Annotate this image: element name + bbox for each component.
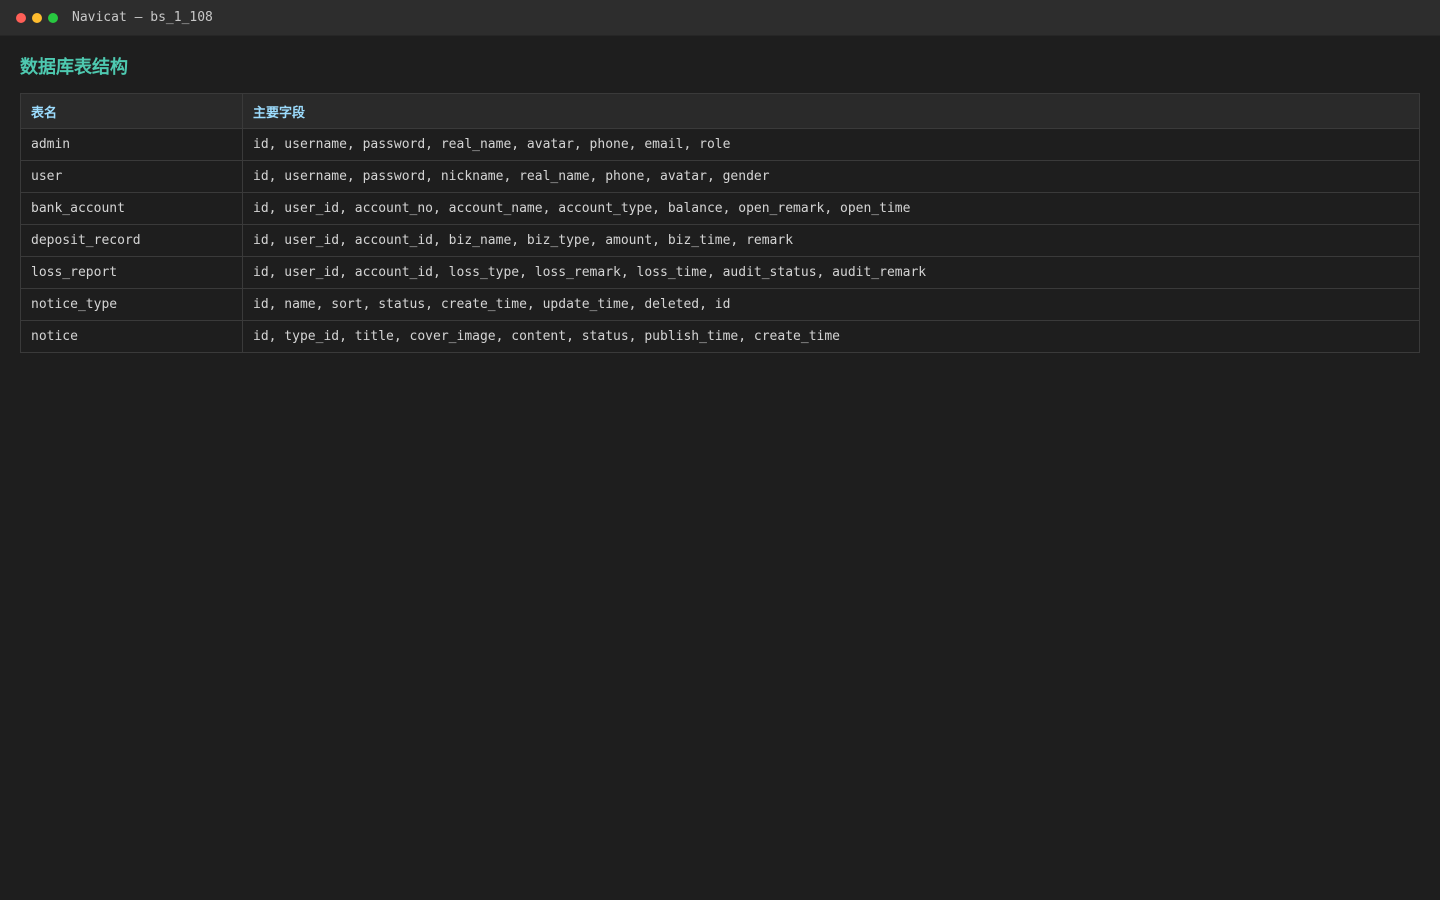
fields-cell: id, username, password, real_name, avata…	[242, 128, 1420, 161]
fields-cell: id, name, sort, status, create_time, upd…	[242, 288, 1420, 321]
table-row[interactable]: user id, username, password, nickname, r…	[20, 160, 1420, 193]
page-title: 数据库表结构	[20, 57, 128, 78]
table-row[interactable]: deposit_record id, user_id, account_id, …	[20, 224, 1420, 257]
fields-cell: id, user_id, account_no, account_name, a…	[242, 192, 1420, 225]
table-name-cell: bank_account	[20, 192, 243, 225]
table-name-cell: notice_type	[20, 288, 243, 321]
table-name-cell: admin	[20, 128, 243, 161]
table-row[interactable]: loss_report id, user_id, account_id, los…	[20, 256, 1420, 289]
table-row[interactable]: bank_account id, user_id, account_no, ac…	[20, 192, 1420, 225]
column-header-table-name[interactable]: 表名	[20, 93, 243, 129]
fields-cell: id, user_id, account_id, loss_type, loss…	[242, 256, 1420, 289]
maximize-window-button[interactable]	[48, 12, 58, 23]
window-titlebar: Navicat — bs_1_108	[0, 0, 1440, 36]
minimize-window-button[interactable]	[32, 12, 42, 23]
fields-cell: id, username, password, nickname, real_n…	[242, 160, 1420, 193]
table-name-cell: deposit_record	[20, 224, 243, 257]
table-name-cell: notice	[20, 320, 243, 353]
fields-cell: id, type_id, title, cover_image, content…	[242, 320, 1420, 353]
table-row[interactable]: notice_type id, name, sort, status, crea…	[20, 288, 1420, 321]
fields-cell: id, user_id, account_id, biz_name, biz_t…	[242, 224, 1420, 257]
window-title: Navicat — bs_1_108	[72, 10, 213, 25]
main-content: 数据库表结构 表名 主要字段 admin id, username, passw…	[0, 36, 1440, 353]
column-header-fields[interactable]: 主要字段	[242, 93, 1420, 129]
table-name-cell: user	[20, 160, 243, 193]
close-window-button[interactable]	[16, 12, 26, 23]
table-header-row: 表名 主要字段	[20, 93, 1420, 129]
table-row[interactable]: notice id, type_id, title, cover_image, …	[20, 320, 1420, 353]
schema-table: 表名 主要字段 admin id, username, password, re…	[20, 93, 1420, 353]
table-row[interactable]: admin id, username, password, real_name,…	[20, 128, 1420, 161]
table-name-cell: loss_report	[20, 256, 243, 289]
